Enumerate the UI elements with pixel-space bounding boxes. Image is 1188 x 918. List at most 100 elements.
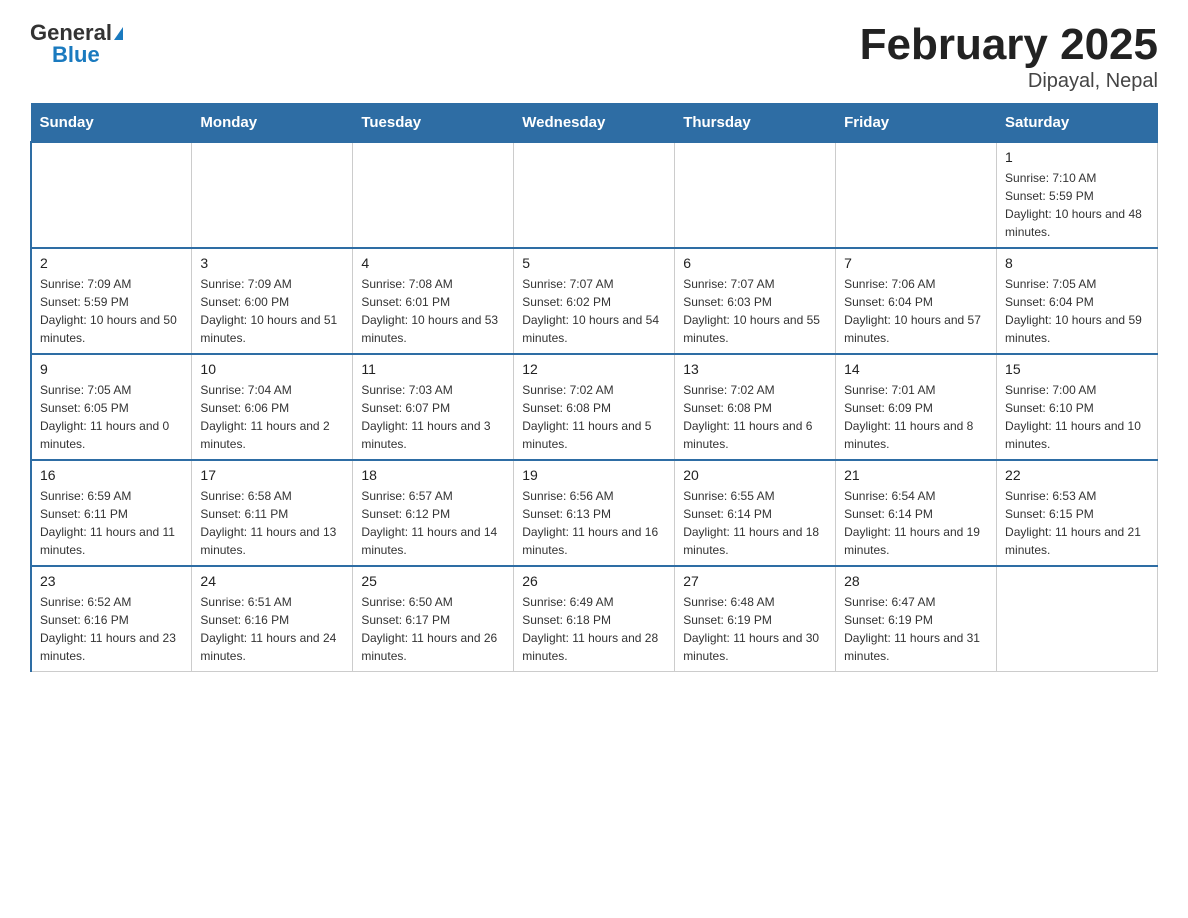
day-number: 13 xyxy=(683,361,827,377)
calendar-cell: 16 Sunrise: 6:59 AM Sunset: 6:11 PM Dayli… xyxy=(31,460,192,566)
calendar-cell: 10 Sunrise: 7:04 AM Sunset: 6:06 PM Dayli… xyxy=(192,354,353,460)
calendar-week-3: 9 Sunrise: 7:05 AM Sunset: 6:05 PM Daylig… xyxy=(31,354,1158,460)
calendar-cell: 11 Sunrise: 7:03 AM Sunset: 6:07 PM Dayli… xyxy=(353,354,514,460)
day-number: 8 xyxy=(1005,255,1149,271)
day-number: 21 xyxy=(844,467,988,483)
header-day-wednesday: Wednesday xyxy=(514,104,675,143)
calendar-cell: 7 Sunrise: 7:06 AM Sunset: 6:04 PM Daylig… xyxy=(836,248,997,354)
day-info: Sunrise: 7:02 AM Sunset: 6:08 PM Dayligh… xyxy=(522,381,666,453)
day-info: Sunrise: 7:05 AM Sunset: 6:04 PM Dayligh… xyxy=(1005,275,1149,347)
day-info: Sunrise: 6:57 AM Sunset: 6:12 PM Dayligh… xyxy=(361,487,505,559)
calendar-cell xyxy=(353,142,514,248)
calendar-cell: 6Sunrise: 7:07 AM Sunset: 6:03 PM Daylig… xyxy=(675,248,836,354)
day-info: Sunrise: 6:50 AM Sunset: 6:17 PM Dayligh… xyxy=(361,593,505,665)
calendar-cell: 22 Sunrise: 6:53 AM Sunset: 6:15 PM Dayli… xyxy=(997,460,1158,566)
day-number: 23 xyxy=(40,573,183,589)
calendar-header-row: SundayMondayTuesdayWednesdayThursdayFrid… xyxy=(31,104,1158,143)
calendar-cell: 24 Sunrise: 6:51 AM Sunset: 6:16 PM Dayli… xyxy=(192,566,353,672)
logo-blue-text: Blue xyxy=(52,42,100,68)
day-info: Sunrise: 6:51 AM Sunset: 6:16 PM Dayligh… xyxy=(200,593,344,665)
day-number: 1 xyxy=(1005,149,1149,165)
header-day-monday: Monday xyxy=(192,104,353,143)
calendar-cell: 25 Sunrise: 6:50 AM Sunset: 6:17 PM Dayli… xyxy=(353,566,514,672)
calendar-cell: 1Sunrise: 7:10 AM Sunset: 5:59 PM Daylig… xyxy=(997,142,1158,248)
calendar-cell xyxy=(997,566,1158,672)
day-info: Sunrise: 7:09 AM Sunset: 6:00 PM Dayligh… xyxy=(200,275,344,347)
header-day-tuesday: Tuesday xyxy=(353,104,514,143)
calendar-cell: 18 Sunrise: 6:57 AM Sunset: 6:12 PM Dayli… xyxy=(353,460,514,566)
day-info: Sunrise: 6:56 AM Sunset: 6:13 PM Dayligh… xyxy=(522,487,666,559)
day-info: Sunrise: 7:02 AM Sunset: 6:08 PM Dayligh… xyxy=(683,381,827,453)
day-number: 24 xyxy=(200,573,344,589)
day-info: Sunrise: 6:59 AM Sunset: 6:11 PM Dayligh… xyxy=(40,487,183,559)
page-header: General Blue February 2025 Dipayal, Nepa… xyxy=(30,20,1158,93)
day-info: Sunrise: 7:07 AM Sunset: 6:02 PM Dayligh… xyxy=(522,275,666,347)
calendar-cell: 27Sunrise: 6:48 AM Sunset: 6:19 PM Dayli… xyxy=(675,566,836,672)
calendar-week-2: 2 Sunrise: 7:09 AM Sunset: 5:59 PM Daylig… xyxy=(31,248,1158,354)
header-day-friday: Friday xyxy=(836,104,997,143)
day-info: Sunrise: 7:09 AM Sunset: 5:59 PM Dayligh… xyxy=(40,275,183,347)
calendar-week-4: 16 Sunrise: 6:59 AM Sunset: 6:11 PM Dayli… xyxy=(31,460,1158,566)
day-info: Sunrise: 7:07 AM Sunset: 6:03 PM Dayligh… xyxy=(683,275,827,347)
day-number: 20 xyxy=(683,467,827,483)
calendar-cell: 3 Sunrise: 7:09 AM Sunset: 6:00 PM Daylig… xyxy=(192,248,353,354)
day-number: 17 xyxy=(200,467,344,483)
calendar-cell xyxy=(836,142,997,248)
day-info: Sunrise: 6:55 AM Sunset: 6:14 PM Dayligh… xyxy=(683,487,827,559)
calendar-table: SundayMondayTuesdayWednesdayThursdayFrid… xyxy=(30,103,1158,672)
day-info: Sunrise: 7:01 AM Sunset: 6:09 PM Dayligh… xyxy=(844,381,988,453)
calendar-cell: 17 Sunrise: 6:58 AM Sunset: 6:11 PM Dayli… xyxy=(192,460,353,566)
day-number: 25 xyxy=(361,573,505,589)
calendar-cell: 28 Sunrise: 6:47 AM Sunset: 6:19 PM Dayli… xyxy=(836,566,997,672)
calendar-cell: 15 Sunrise: 7:00 AM Sunset: 6:10 PM Dayli… xyxy=(997,354,1158,460)
day-info: Sunrise: 6:58 AM Sunset: 6:11 PM Dayligh… xyxy=(200,487,344,559)
day-info: Sunrise: 6:49 AM Sunset: 6:18 PM Dayligh… xyxy=(522,593,666,665)
calendar-cell: 21 Sunrise: 6:54 AM Sunset: 6:14 PM Dayli… xyxy=(836,460,997,566)
calendar-cell xyxy=(192,142,353,248)
calendar-cell: 8 Sunrise: 7:05 AM Sunset: 6:04 PM Daylig… xyxy=(997,248,1158,354)
calendar-subtitle: Dipayal, Nepal xyxy=(860,70,1158,93)
day-number: 16 xyxy=(40,467,183,483)
day-number: 28 xyxy=(844,573,988,589)
day-number: 22 xyxy=(1005,467,1149,483)
day-number: 3 xyxy=(200,255,344,271)
day-info: Sunrise: 7:00 AM Sunset: 6:10 PM Dayligh… xyxy=(1005,381,1149,453)
day-number: 2 xyxy=(40,255,183,271)
day-info: Sunrise: 7:05 AM Sunset: 6:05 PM Dayligh… xyxy=(40,381,183,453)
day-info: Sunrise: 6:53 AM Sunset: 6:15 PM Dayligh… xyxy=(1005,487,1149,559)
day-info: Sunrise: 6:52 AM Sunset: 6:16 PM Dayligh… xyxy=(40,593,183,665)
day-number: 27 xyxy=(683,573,827,589)
day-info: Sunrise: 6:54 AM Sunset: 6:14 PM Dayligh… xyxy=(844,487,988,559)
header-day-saturday: Saturday xyxy=(997,104,1158,143)
calendar-cell: 26 Sunrise: 6:49 AM Sunset: 6:18 PM Dayli… xyxy=(514,566,675,672)
calendar-cell xyxy=(514,142,675,248)
title-block: February 2025 Dipayal, Nepal xyxy=(860,20,1158,93)
day-number: 9 xyxy=(40,361,183,377)
day-info: Sunrise: 7:03 AM Sunset: 6:07 PM Dayligh… xyxy=(361,381,505,453)
day-info: Sunrise: 7:06 AM Sunset: 6:04 PM Dayligh… xyxy=(844,275,988,347)
day-number: 14 xyxy=(844,361,988,377)
header-day-thursday: Thursday xyxy=(675,104,836,143)
day-info: Sunrise: 6:47 AM Sunset: 6:19 PM Dayligh… xyxy=(844,593,988,665)
day-number: 5 xyxy=(522,255,666,271)
calendar-cell: 19 Sunrise: 6:56 AM Sunset: 6:13 PM Dayli… xyxy=(514,460,675,566)
day-number: 11 xyxy=(361,361,505,377)
header-day-sunday: Sunday xyxy=(31,104,192,143)
day-number: 18 xyxy=(361,467,505,483)
calendar-title: February 2025 xyxy=(860,20,1158,70)
calendar-cell: 23 Sunrise: 6:52 AM Sunset: 6:16 PM Dayli… xyxy=(31,566,192,672)
day-number: 26 xyxy=(522,573,666,589)
calendar-cell xyxy=(675,142,836,248)
day-info: Sunrise: 7:04 AM Sunset: 6:06 PM Dayligh… xyxy=(200,381,344,453)
day-number: 7 xyxy=(844,255,988,271)
calendar-week-1: 1Sunrise: 7:10 AM Sunset: 5:59 PM Daylig… xyxy=(31,142,1158,248)
day-info: Sunrise: 7:08 AM Sunset: 6:01 PM Dayligh… xyxy=(361,275,505,347)
day-number: 10 xyxy=(200,361,344,377)
calendar-week-5: 23 Sunrise: 6:52 AM Sunset: 6:16 PM Dayli… xyxy=(31,566,1158,672)
day-number: 15 xyxy=(1005,361,1149,377)
calendar-cell: 2 Sunrise: 7:09 AM Sunset: 5:59 PM Daylig… xyxy=(31,248,192,354)
calendar-cell: 5 Sunrise: 7:07 AM Sunset: 6:02 PM Daylig… xyxy=(514,248,675,354)
calendar-cell: 9 Sunrise: 7:05 AM Sunset: 6:05 PM Daylig… xyxy=(31,354,192,460)
logo: General Blue xyxy=(30,20,123,68)
day-number: 19 xyxy=(522,467,666,483)
